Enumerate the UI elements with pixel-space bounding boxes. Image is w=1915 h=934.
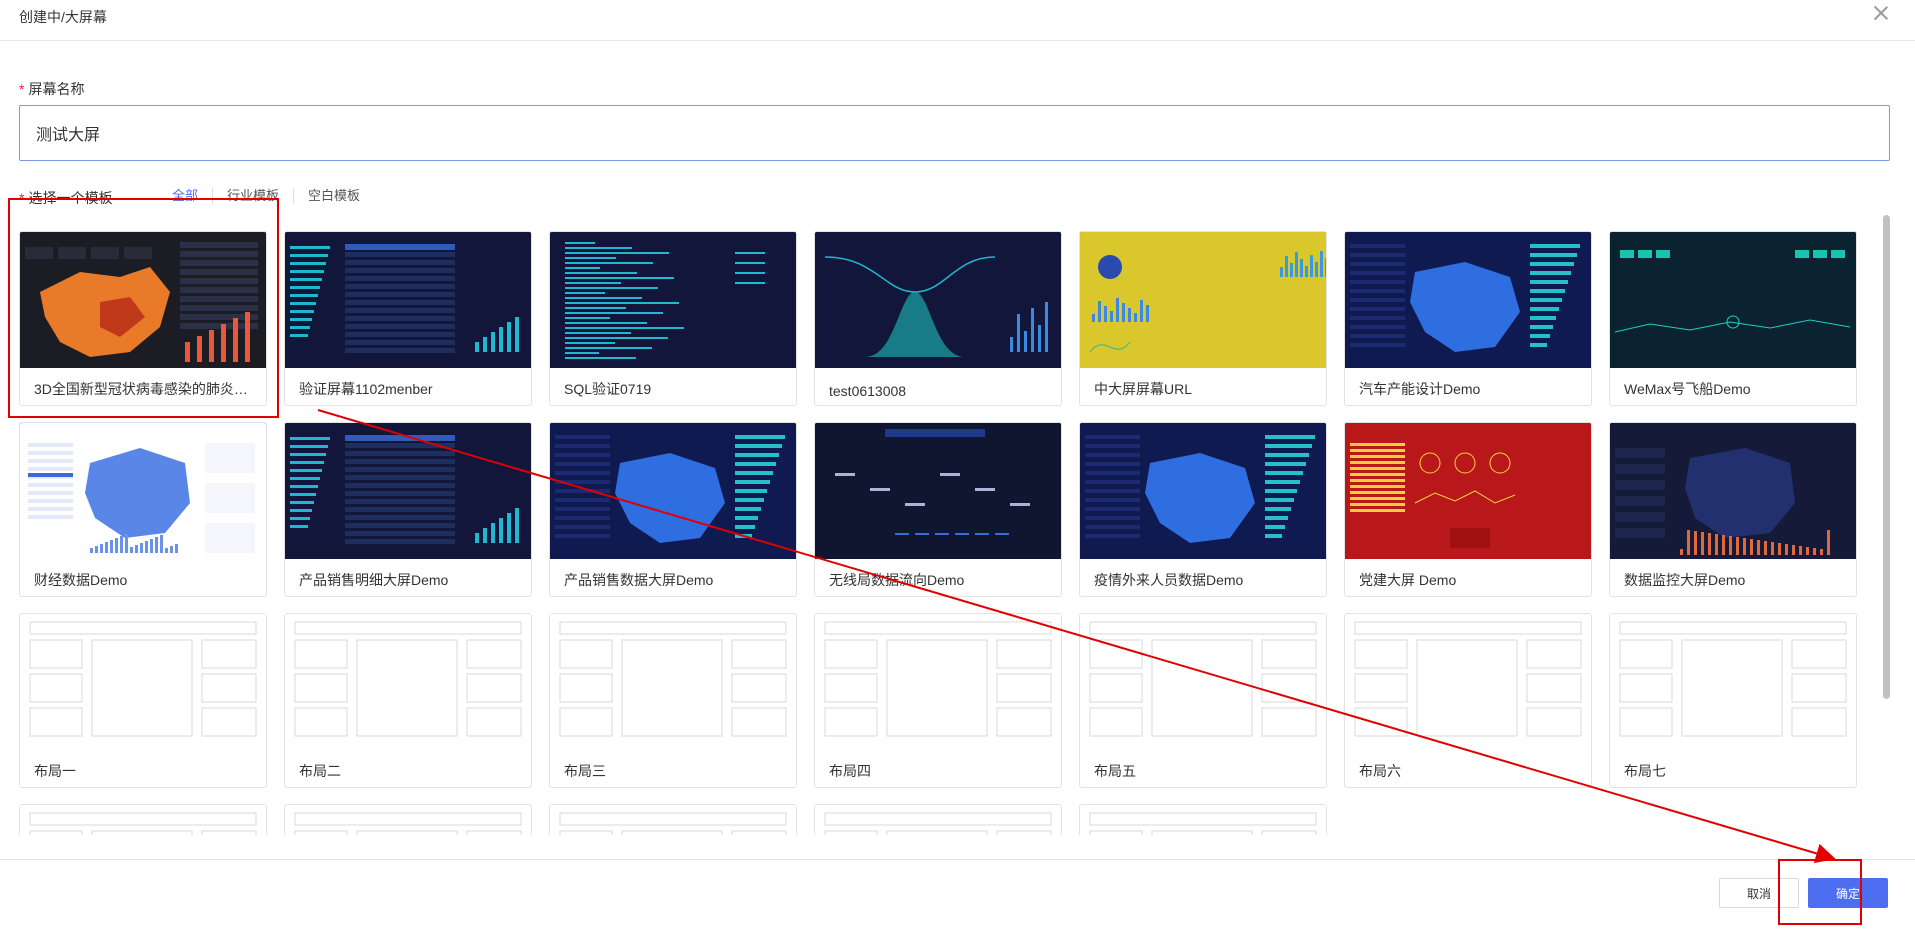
template-name: 党建大屏 Demo: [1359, 572, 1457, 588]
template-card[interactable]: 产品销售数据大屏Demo: [549, 422, 797, 597]
template-thumbnail: [1080, 805, 1326, 835]
template-thumbnail: [1345, 423, 1591, 559]
dialog-header: 创建中/大屏幕: [0, 0, 1915, 41]
template-name: 财经数据Demo: [34, 572, 128, 588]
template-card[interactable]: 疫情外来人员数据Demo: [1079, 422, 1327, 597]
template-name: 布局五: [1094, 763, 1136, 779]
template-thumbnail: [20, 423, 266, 559]
template-card[interactable]: 布局七: [1609, 613, 1857, 788]
template-card[interactable]: 布局三: [549, 613, 797, 788]
template-grid: 3D全国新型冠状病毒感染的肺炎疫情分布验证屏幕1102menberSQL验证07…: [19, 231, 1879, 835]
annotation-box-template: [8, 198, 279, 418]
template-thumbnail: [1080, 614, 1326, 750]
dialog-title: 创建中/大屏幕: [19, 9, 107, 25]
template-name: 数据监控大屏Demo: [1624, 572, 1746, 588]
template-name: 布局七: [1624, 763, 1666, 779]
template-name: 中大屏屏幕URL: [1094, 381, 1193, 397]
template-card[interactable]: 布局四: [814, 613, 1062, 788]
template-card[interactable]: [1079, 804, 1327, 835]
template-thumbnail: [550, 423, 796, 559]
template-card[interactable]: 验证屏幕1102menber: [284, 231, 532, 406]
template-card[interactable]: [284, 804, 532, 835]
template-name: 布局六: [1359, 763, 1401, 779]
template-thumbnail: [285, 614, 531, 750]
screen-name-label: * 屏幕名称: [19, 79, 84, 99]
template-card[interactable]: test0613008: [814, 231, 1062, 406]
template-card[interactable]: 党建大屏 Demo: [1344, 422, 1592, 597]
template-name: WeMax号飞船Demo: [1624, 381, 1751, 397]
template-thumbnail: [1080, 423, 1326, 559]
template-card[interactable]: 数据监控大屏Demo: [1609, 422, 1857, 597]
screen-name-input[interactable]: [19, 105, 1890, 161]
required-mark: *: [19, 81, 25, 97]
template-name: test0613008: [829, 383, 907, 399]
scrollbar[interactable]: [1883, 215, 1890, 699]
template-thumbnail: [1610, 614, 1856, 750]
template-grid-area: 3D全国新型冠状病毒感染的肺炎疫情分布验证屏幕1102menberSQL验证07…: [19, 231, 1879, 835]
template-card[interactable]: 无线局数据流向Demo: [814, 422, 1062, 597]
template-thumbnail: [815, 805, 1061, 835]
template-card[interactable]: 财经数据Demo: [19, 422, 267, 597]
template-card[interactable]: [549, 804, 797, 835]
template-card[interactable]: 产品销售明细大屏Demo: [284, 422, 532, 597]
template-thumbnail: [550, 614, 796, 750]
screen-name-label-text: 屏幕名称: [28, 81, 85, 97]
dialog-footer: [0, 859, 1915, 934]
template-thumbnail: [815, 423, 1061, 559]
template-thumbnail: [815, 614, 1061, 750]
create-screen-dialog: 创建中/大屏幕 *屏幕名称 *选择一个模板 全部 行业模板 空白模板 3D全国新…: [0, 0, 1915, 934]
template-thumbnail: [285, 805, 531, 835]
template-card[interactable]: 布局五: [1079, 613, 1327, 788]
template-name: 产品销售数据大屏Demo: [564, 572, 714, 588]
template-thumbnail: [550, 805, 796, 835]
template-thumbnail: [1610, 423, 1856, 559]
template-card[interactable]: [814, 804, 1062, 835]
template-thumbnail: [550, 232, 796, 368]
template-thumbnail: [285, 232, 531, 368]
template-name: 疫情外来人员数据Demo: [1094, 572, 1244, 588]
annotation-box-ok: [1778, 859, 1862, 925]
template-card[interactable]: SQL验证0719: [549, 231, 797, 406]
template-thumbnail: [20, 805, 266, 835]
template-thumbnail: [285, 423, 531, 559]
template-name: 布局三: [564, 763, 606, 779]
template-name: 布局四: [829, 763, 871, 779]
template-name: 产品销售明细大屏Demo: [299, 572, 449, 588]
template-card[interactable]: 汽车产能设计Demo: [1344, 231, 1592, 406]
template-thumbnail: [1345, 614, 1591, 750]
template-name: 验证屏幕1102menber: [299, 381, 433, 397]
template-name: 布局一: [34, 763, 76, 779]
template-card[interactable]: 布局二: [284, 613, 532, 788]
close-icon[interactable]: [1872, 4, 1890, 22]
template-thumbnail: [1345, 232, 1591, 368]
template-thumbnail: [815, 232, 1061, 368]
template-card[interactable]: 中大屏屏幕URL: [1079, 231, 1327, 406]
template-card[interactable]: 布局一: [19, 613, 267, 788]
filter-blank[interactable]: 空白模板: [293, 188, 374, 204]
template-name: 无线局数据流向Demo: [829, 572, 965, 588]
template-thumbnail: [1080, 232, 1326, 368]
template-card[interactable]: [19, 804, 267, 835]
template-card[interactable]: WeMax号飞船Demo: [1609, 231, 1857, 406]
template-thumbnail: [20, 614, 266, 750]
template-card[interactable]: 布局六: [1344, 613, 1592, 788]
template-name: 布局二: [299, 763, 341, 779]
template-name: 汽车产能设计Demo: [1359, 381, 1481, 397]
template-name: SQL验证0719: [564, 381, 652, 397]
template-thumbnail: [1610, 232, 1856, 368]
